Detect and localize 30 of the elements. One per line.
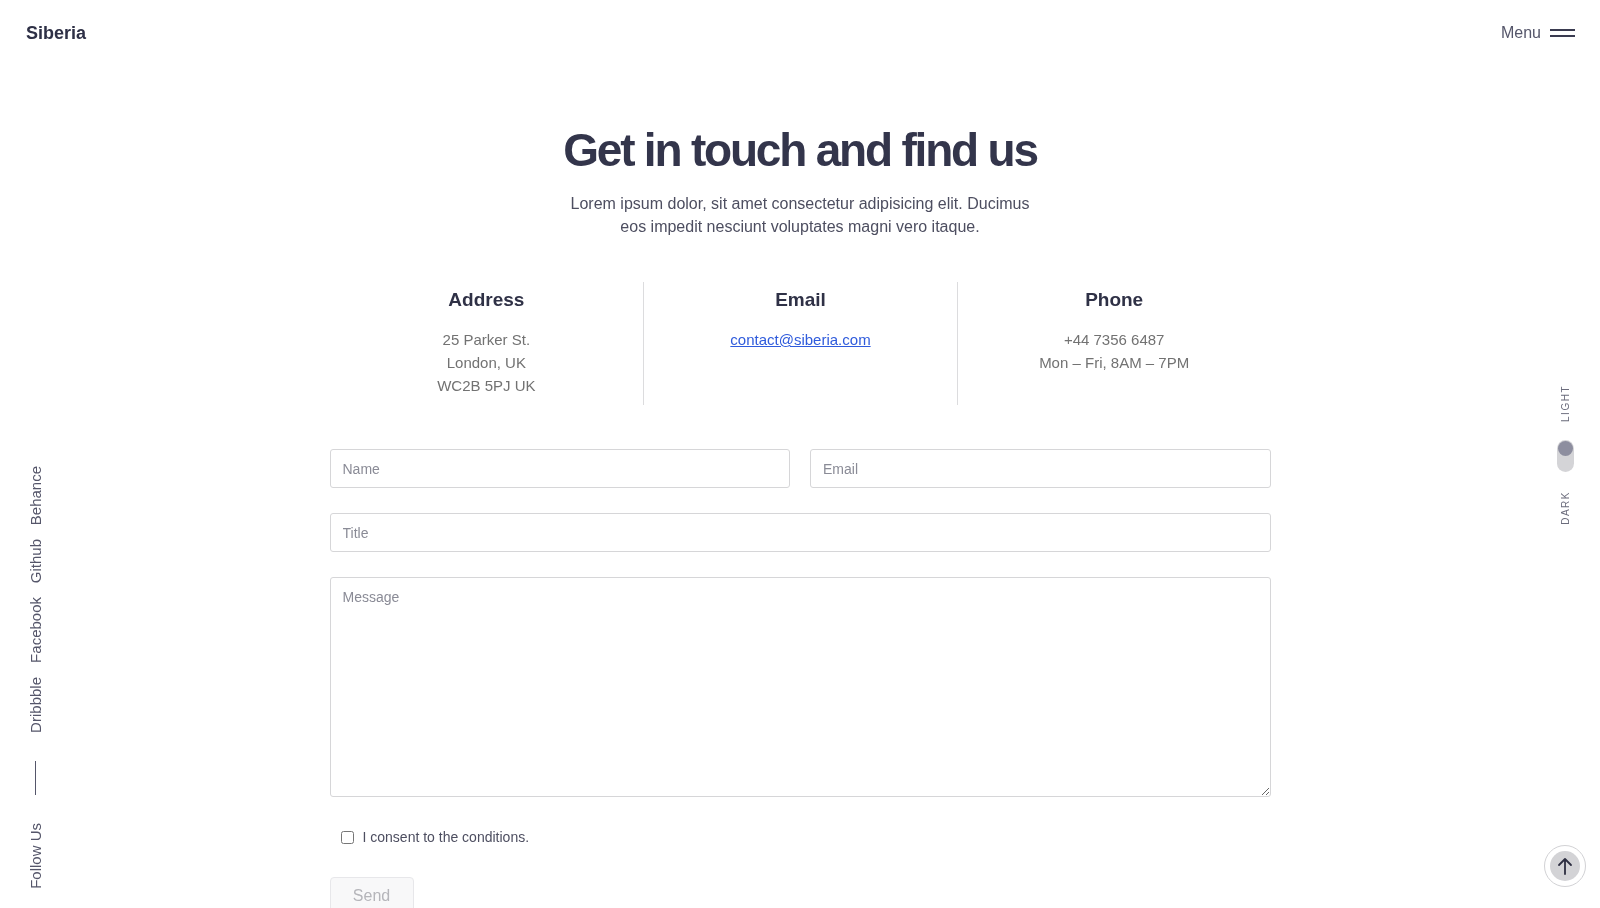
contact-heading: Address (448, 288, 525, 312)
menu-button[interactable]: Menu (1500, 24, 1575, 42)
contact-text: 25 Parker St. (442, 330, 531, 350)
social-link[interactable]: Github (26, 539, 44, 584)
social-link[interactable]: Behance (26, 465, 44, 526)
contact-heading: Email (775, 288, 826, 312)
contact-text: London, UK (446, 353, 526, 373)
input-field[interactable]: Name (329, 449, 790, 488)
social-link[interactable]: Dribbble (26, 677, 44, 734)
message-field[interactable]: Message (329, 577, 1271, 797)
contact-text: WC2B 5PJ UK (437, 376, 536, 396)
consent-label: I consent to the conditions. (362, 829, 530, 845)
logo[interactable]: Siberia (26, 22, 87, 44)
consent-checkbox[interactable] (340, 830, 354, 844)
contact-heading: Phone (1085, 288, 1144, 312)
page-subtitle: Lorem ipsum dolor, sit amet consectetur adipisicing elit. Ducimus eos impedit nesciunt voluptates magni vero itaque. (569, 194, 1031, 237)
arrow-up-icon (1550, 851, 1580, 881)
social-link[interactable]: Facebook (26, 597, 44, 664)
dark-label: DARK (1559, 490, 1571, 525)
contact-text: +44 7356 6487 (1063, 330, 1165, 350)
input-field[interactable]: Title (329, 513, 1271, 552)
theme-toggle[interactable] (1556, 439, 1574, 472)
email-link[interactable]: contact@siberia.com (730, 328, 871, 351)
contact-text: Mon – Fri, 8AM – 7PM (1039, 353, 1190, 373)
page-title: Get in touch and find us (563, 123, 1037, 178)
follow-us-label: Follow Us (26, 823, 44, 889)
menu-icon (1550, 29, 1575, 37)
light-label: LIGHT (1559, 385, 1571, 422)
scroll-top-button[interactable] (1544, 845, 1586, 887)
input-field[interactable]: Email (810, 449, 1271, 488)
